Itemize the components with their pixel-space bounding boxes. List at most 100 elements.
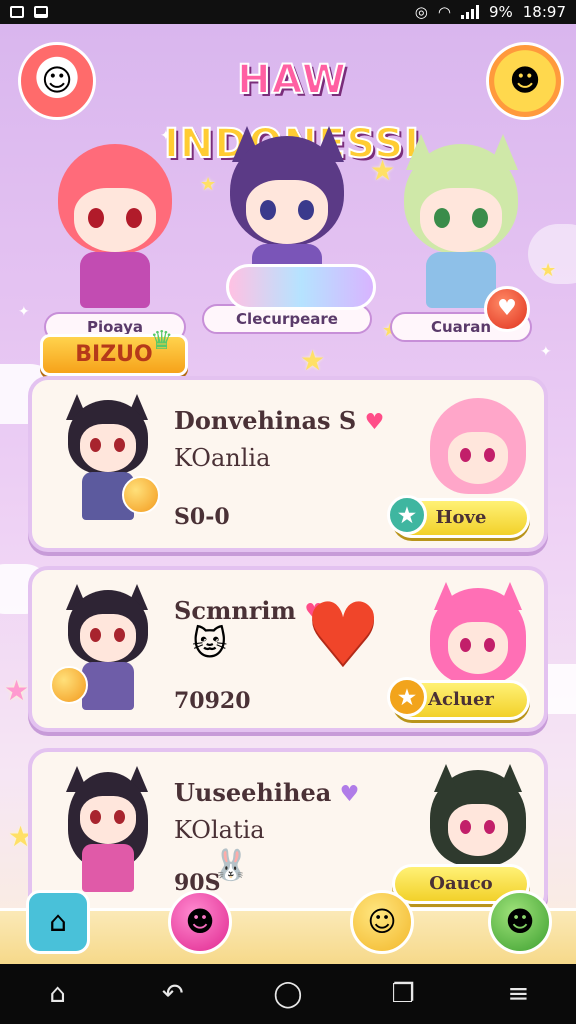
eye (484, 638, 495, 652)
partner-avatar (430, 398, 526, 494)
eye (90, 628, 101, 642)
character-card[interactable]: Uuseehihea ♥ KOlatia 🐰 90S Oauco (28, 748, 548, 914)
eye (484, 820, 495, 834)
battery-text: 9% (488, 3, 513, 21)
status-bar: ◎ ◠ 9% 18:97 (0, 0, 576, 24)
eye (114, 810, 125, 824)
chibi-face (80, 424, 136, 472)
eye (88, 208, 104, 228)
eye (260, 200, 276, 220)
chibi-avatar (60, 766, 156, 902)
big-heart-icon: ♥ (304, 585, 382, 685)
heart-badge-icon[interactable]: ♥ (484, 286, 530, 332)
hero-outfit (80, 252, 150, 308)
pink-slime-icon[interactable]: ☻ (168, 890, 232, 954)
mascot-left: ☺ (18, 42, 96, 120)
partner-face (448, 804, 508, 856)
chibi-face (80, 796, 136, 844)
chibi-outfit (82, 662, 134, 710)
chibi-outfit (82, 844, 134, 892)
eye (460, 638, 471, 652)
title-word-1: HAW (236, 56, 347, 104)
rainbow-sled (226, 264, 376, 310)
game-screen: ★ ★ ★ ★ ★ ★ ★ ✦ ✦ ✦ ☺ HAW INDONESSI ☻ Pi… (0, 24, 576, 964)
card-name-text: Uuseehihea (174, 778, 332, 807)
card-name: Uuseehihea ♥ (174, 778, 359, 807)
green-monster-icon[interactable]: ☻ (488, 890, 552, 954)
nav-overview-icon[interactable]: ❐ (373, 970, 433, 1018)
nav-back-icon[interactable]: ↶ (143, 970, 203, 1018)
card-score: S0-0 (174, 504, 230, 530)
hero-face (246, 180, 328, 244)
card-subtitle: KOanlia (174, 444, 271, 472)
eye (472, 208, 488, 228)
eye (90, 438, 101, 452)
heart-icon: ♥ (364, 409, 385, 435)
chibi-face (80, 614, 136, 662)
eye (434, 208, 450, 228)
wifi-icon: ◠ (437, 3, 451, 21)
game-title: HAW INDONESSI (112, 48, 472, 168)
smile-icon: ☺ (41, 63, 73, 99)
image-icon (34, 6, 48, 18)
star-icon: ★ (4, 674, 30, 707)
card-subtitle: KOlatia (174, 816, 265, 844)
alarm-icon: ◎ (414, 3, 428, 21)
star-icon: ★ (300, 344, 326, 377)
character-card[interactable]: Scmnrim ♥ 🐱 ♥ 70920 ★ Acluer (28, 566, 548, 732)
emoji-orb-icon (50, 666, 88, 704)
eye (126, 208, 142, 228)
heart-icon: ♥ (339, 781, 360, 807)
eye (114, 628, 125, 642)
yellow-pet-icon[interactable]: ☺ (350, 890, 414, 954)
eye (114, 438, 125, 452)
sparkle-icon: ✦ (540, 344, 552, 360)
cat-ear (498, 582, 522, 610)
pet-icon: 🐱 (192, 624, 228, 664)
screenshot-icon (10, 6, 24, 18)
signal-icon (460, 5, 479, 19)
system-nav-bar: ⌂ ↶ ◯ ❐ ≡ (0, 964, 576, 1024)
card-name: Donvehinas S ♥ (174, 406, 384, 435)
cat-ear (498, 764, 522, 792)
partner-face (448, 622, 508, 674)
eye (460, 820, 471, 834)
sparkle-icon: ✦ (18, 304, 30, 320)
partner-face (448, 432, 508, 484)
eye (298, 200, 314, 220)
nav-circle-icon[interactable]: ◯ (258, 970, 318, 1018)
cat-ear (434, 582, 458, 610)
card-action-label: Acluer (428, 689, 494, 710)
crown-icon: ♛ (150, 326, 174, 356)
eye (90, 810, 101, 824)
card-score: 70920 (174, 688, 251, 714)
cat-ear (434, 764, 458, 792)
chibi-avatar (60, 394, 160, 530)
character-card[interactable]: Donvehinas S ♥ KOanlia S0-0 ★ Hove (28, 376, 548, 552)
cat-face-icon: ☻ (509, 63, 541, 99)
nav-menu-icon[interactable]: ≡ (488, 970, 548, 1018)
card-action-button[interactable]: ★ Hove (387, 495, 530, 538)
card-action-button[interactable]: ★ Acluer (387, 677, 530, 720)
hero-slot-1[interactable]: Pioaya (30, 134, 200, 342)
eye (484, 448, 495, 462)
emoji-orb-icon (122, 476, 160, 514)
hero-face (74, 188, 156, 252)
card-name-text: Donvehinas S (174, 406, 357, 435)
clock-text: 18:97 (522, 3, 566, 21)
card-action-label: Hove (435, 507, 487, 528)
partner-avatar (430, 582, 526, 684)
status-left (10, 6, 48, 18)
star-badge-icon: ★ (387, 495, 427, 535)
card-name-text: Scmnrim (174, 596, 296, 625)
eye (460, 448, 471, 462)
hero-face (420, 188, 502, 252)
status-right: ◎ ◠ 9% 18:97 (415, 3, 566, 21)
partner-avatar (430, 764, 526, 866)
mascot-right: ☻ (486, 42, 564, 120)
star-badge-icon: ★ (387, 677, 427, 717)
card-action-label: Oauco (429, 873, 493, 894)
chibi-avatar (50, 584, 156, 720)
home-tab-icon[interactable]: ⌂ (26, 890, 90, 954)
nav-home-icon[interactable]: ⌂ (28, 970, 88, 1018)
